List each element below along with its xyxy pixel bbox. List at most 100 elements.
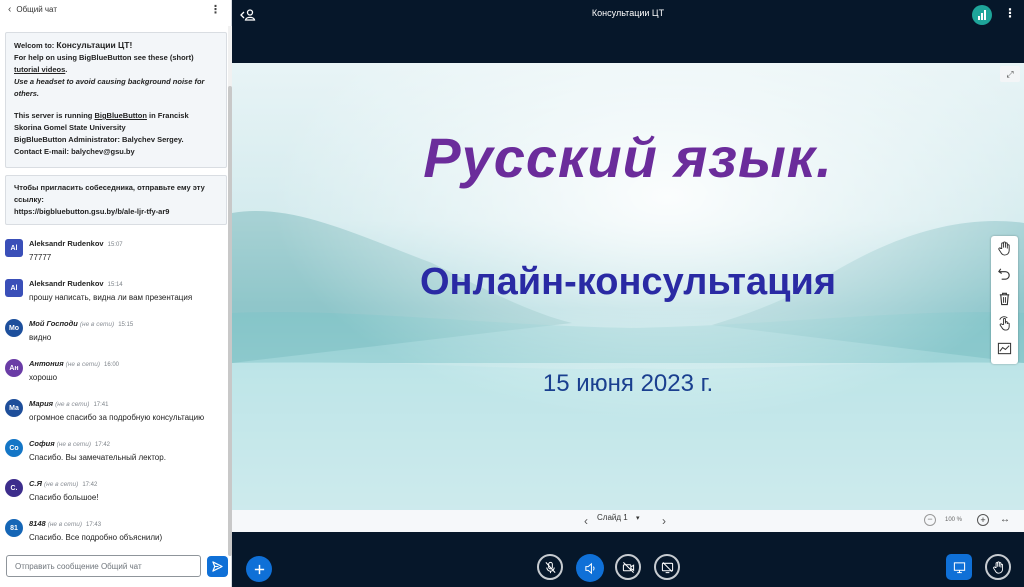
actions-button[interactable]	[246, 556, 272, 582]
presentation-icon	[953, 561, 965, 573]
chat-message: 81 8148 (не в сети) 17:43 Спасибо. Все подро…	[5, 517, 227, 546]
chat-title[interactable]: Общий чат	[16, 5, 207, 14]
chat-message: Al Aleksandr Rudenkov 15:14 прошу написать,…	[5, 277, 227, 313]
trash-icon	[999, 292, 1010, 306]
author-name: С.Я	[29, 479, 42, 488]
author-name: Мой Господи	[29, 319, 78, 328]
offline-label: (не в сети)	[43, 481, 79, 488]
offline-label: (не в сети)	[56, 441, 91, 448]
slide-controls: ‹ Слайд 1 ▾ › − 100 % + ↔	[232, 510, 1024, 532]
avatar: 81	[5, 519, 23, 537]
invite-link[interactable]: https://bigbluebutton.gsu.by/b/ale-ljr-t…	[14, 206, 218, 218]
welcome-line: Welcom to: Консультации ЦТ!	[14, 39, 218, 52]
chat-header: ‹ Общий чат ⋮	[0, 0, 232, 18]
message-text: огромное спасибо за подробную консультац…	[29, 413, 205, 422]
chat-message-input[interactable]	[6, 555, 201, 577]
top-bar: Консультации ЦТ ⋮	[232, 0, 1024, 30]
zoom-in-icon[interactable]: +	[977, 514, 989, 526]
slide-select-value: Слайд 1	[597, 513, 628, 522]
more-options-icon[interactable]: ⋮	[207, 3, 224, 16]
chat-message: Мо Мой Господи (не в сети) 15:15 видно	[5, 317, 227, 353]
message-time: 15:15	[118, 322, 134, 328]
screenshare-off-icon	[661, 561, 673, 573]
connection-status-button[interactable]	[972, 5, 992, 25]
offline-label: (не в сети)	[65, 361, 100, 368]
share-screen-button[interactable]	[654, 554, 680, 580]
options-menu-icon[interactable]: ⋮	[1004, 6, 1016, 20]
avatar: Мо	[5, 319, 23, 337]
send-button[interactable]	[207, 556, 228, 577]
message-text: Спасибо. Вы замечательный лектор.	[29, 453, 166, 462]
offline-label: (не в сети)	[47, 521, 83, 528]
message-time: 17:41	[93, 402, 109, 408]
welcome-suffix: !	[129, 40, 133, 50]
fit-to-width-icon[interactable]: ↔	[1000, 514, 1010, 525]
unmute-button[interactable]	[537, 554, 563, 580]
bbb-link[interactable]: BigBlueButton	[94, 111, 147, 120]
chat-messages[interactable]: Welcom to: Консультации ЦТ! For help on …	[0, 26, 228, 546]
speaker-icon	[584, 562, 594, 574]
previous-slide-icon[interactable]: ‹	[584, 514, 588, 528]
undo-button[interactable]	[991, 261, 1018, 286]
message-author: Aleksandr Rudenkov 15:14	[29, 279, 123, 288]
message-author: София (не в сети) 17:42	[29, 439, 110, 448]
leave-audio-button[interactable]	[576, 554, 604, 582]
raise-hand-icon	[992, 560, 1003, 574]
author-name: Aleksandr Rudenkov	[29, 239, 104, 248]
avatar: Со	[5, 439, 23, 457]
chat-message: Со София (не в сети) 17:42 Спасибо. Вы замеч…	[5, 437, 227, 473]
bottom-bar	[232, 532, 1024, 587]
chat-message: С. С.Я (не в сети) 17:42 Спасибо большое!	[5, 477, 227, 513]
chat-panel: ‹ Общий чат ⋮ Welcom to: Консультации ЦТ…	[0, 0, 232, 587]
hand-tool-button[interactable]	[991, 236, 1018, 261]
admin-text: BigBlueButton Administrator: Balychev Se…	[14, 135, 184, 144]
clear-button[interactable]	[991, 286, 1018, 311]
message-time: 15:07	[107, 242, 123, 248]
camera-off-icon	[622, 561, 634, 573]
chart-button[interactable]	[991, 336, 1018, 361]
server-prefix: This server is running	[14, 111, 93, 120]
mic-muted-icon	[544, 561, 556, 573]
chat-message: Al Aleksandr Rudenkov 15:07 77777	[5, 237, 227, 273]
presentation-toggle-button[interactable]	[946, 554, 972, 580]
offline-label: (не в сети)	[79, 321, 115, 328]
presentation-slide[interactable]: Русский язык. Онлайн-консультация 15 июн…	[232, 63, 1024, 510]
zoom-level[interactable]: 100 %	[945, 517, 962, 523]
plus-icon	[254, 564, 264, 574]
offline-label: (не в сети)	[55, 401, 90, 408]
whiteboard-toolbar	[991, 236, 1018, 364]
fullscreen-icon[interactable]: ⤢	[1000, 66, 1020, 82]
message-text: Спасибо большое!	[29, 493, 99, 502]
contact-text: Contact E-mail: balychev@gsu.by	[14, 147, 135, 156]
welcome-prefix: Welcom to:	[14, 41, 55, 50]
message-text: прошу написать, видна ли вам презентация	[29, 293, 193, 302]
raise-hand-button[interactable]	[985, 554, 1011, 580]
chat-message: Ан Антония (не в сети) 16:00 хорошо	[5, 357, 227, 393]
multi-user-button[interactable]	[991, 311, 1018, 336]
author-name: Мария	[29, 399, 54, 408]
invite-text: Чтобы пригласить собеседника, отправьте …	[14, 183, 205, 204]
tutorial-link[interactable]: tutorial videos	[14, 65, 65, 74]
slide-select[interactable]: Слайд 1 ▾	[597, 513, 639, 522]
avatar: С.	[5, 479, 23, 497]
next-slide-icon[interactable]: ›	[662, 514, 666, 528]
author-name: София	[29, 439, 55, 448]
zoom-out-icon[interactable]: −	[924, 514, 936, 526]
meeting-title: Консультации ЦТ	[591, 8, 665, 18]
avatar: Al	[5, 239, 23, 257]
avatar: Al	[5, 279, 23, 297]
avatar: Ма	[5, 399, 23, 417]
message-time: 16:00	[104, 362, 120, 368]
message-text: Спасибо. Все подробно объяснили)	[29, 533, 163, 542]
undo-icon	[998, 268, 1010, 280]
welcome-message: Welcom to: Консультации ЦТ! For help on …	[5, 32, 227, 168]
author-name: 8148	[29, 519, 46, 528]
chevron-left-icon[interactable]: ‹	[8, 4, 11, 15]
message-time: 17:43	[86, 522, 102, 528]
chart-icon	[997, 342, 1012, 355]
slide-title: Русский язык.	[423, 126, 833, 189]
headset-note: Use a headset to avoid causing backgroun…	[14, 77, 205, 98]
message-author: Мой Господи (не в сети) 15:15	[29, 319, 133, 328]
share-webcam-button[interactable]	[615, 554, 641, 580]
message-text: 77777	[29, 253, 52, 262]
